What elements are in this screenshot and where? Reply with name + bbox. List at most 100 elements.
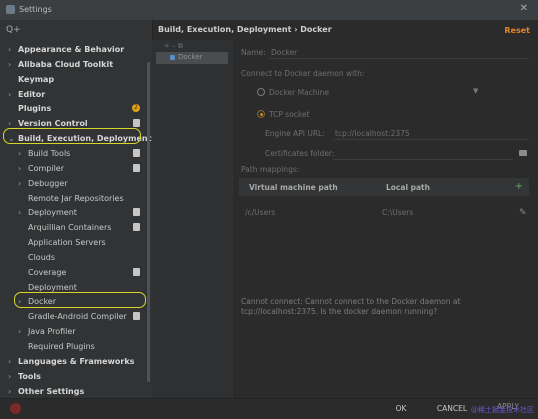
engine-url-field[interactable]: tcp://localhost:2375	[335, 129, 410, 138]
reset-link[interactable]: Reset	[504, 26, 530, 35]
name-label: Name:	[241, 48, 266, 57]
settings-header: Build, Execution, Deployment › Docker Re…	[152, 20, 538, 40]
help-icon[interactable]	[10, 403, 21, 414]
sidebar-item[interactable]: › Languages & Frameworks	[0, 355, 146, 368]
sidebar-item-label: Java Profiler	[28, 327, 76, 337]
sidebar-item[interactable]: Required Plugins	[0, 340, 146, 353]
sidebar-item-label: Remote Jar Repositories	[28, 193, 124, 203]
sidebar-item-label: Appearance & Behavior	[18, 45, 125, 54]
sidebar-item[interactable]: Clouds	[0, 251, 146, 264]
highlight-docker	[14, 292, 146, 308]
sidebar-item[interactable]: › Compiler	[0, 162, 146, 175]
ok-button[interactable]: OK	[388, 403, 414, 415]
folder-icon[interactable]	[519, 150, 527, 156]
connection-error-text: Cannot connect: Cannot connect to the Do…	[241, 297, 461, 316]
sidebar-item[interactable]: Application Servers	[0, 236, 146, 249]
sidebar-item-label: Alibaba Cloud Toolkit	[18, 59, 114, 69]
list-toolbar[interactable]: + – ⧉	[164, 42, 183, 51]
docker-connections-list: + – ⧉ Docker	[152, 40, 235, 398]
certs-label: Certificates folder:	[265, 149, 335, 158]
connect-label: Connect to Docker daemon with:	[241, 69, 365, 78]
chevron-down-icon[interactable]: ▼	[473, 87, 478, 95]
pencil-icon[interactable]: ✎	[519, 208, 527, 218]
engine-url-label: Engine API URL:	[265, 129, 325, 138]
list-item-docker[interactable]: Docker	[156, 52, 228, 64]
sidebar-item[interactable]: › Build Tools	[0, 147, 146, 160]
sidebar-item-label: Editor	[18, 89, 46, 99]
chevron-right-icon[interactable]: ›	[18, 325, 21, 338]
sidebar-item[interactable]: › Java Profiler	[0, 325, 146, 338]
settings-sidebar: Q+ › Appearance & Behavior › Alibaba Cloud …	[0, 20, 153, 398]
sidebar-item-label: Required Plugins	[28, 342, 95, 351]
title-bar: Settings ✕	[0, 0, 538, 20]
row-local-path: C:\Users	[382, 208, 414, 217]
dialog-footer: OK CANCEL APPLY @稀土掘金技术社区	[0, 398, 538, 419]
chevron-right-icon[interactable]: ›	[18, 177, 21, 190]
settings-window: Settings ✕ Q+ › Appearance & Behavior › Ali…	[0, 0, 538, 419]
cancel-button[interactable]: CANCEL	[432, 403, 472, 415]
sidebar-item-label: Application Servers	[28, 238, 106, 248]
sidebar-item-label: Coverage	[28, 267, 67, 277]
project-settings-icon	[133, 208, 140, 217]
add-icon[interactable]: +	[515, 181, 523, 192]
sidebar-item-label: Other Settings	[18, 386, 85, 396]
project-settings-icon	[133, 223, 140, 232]
col-local-path: Local path	[386, 183, 430, 192]
chevron-right-icon[interactable]: ›	[8, 355, 11, 368]
radio-tcp-socket[interactable]	[257, 110, 265, 118]
sidebar-item-label: Keymap	[18, 74, 55, 84]
docker-icon	[170, 55, 175, 60]
chevron-right-icon[interactable]: ›	[18, 162, 21, 175]
sidebar-item[interactable]: Keymap	[0, 73, 146, 86]
sidebar-item[interactable]: Gradle-Android Compiler	[0, 310, 146, 323]
col-vm-path: Virtual machine path	[249, 183, 338, 192]
search-input[interactable]: Q+	[6, 25, 146, 37]
path-mappings-header: Virtual machine path Local path +	[239, 178, 529, 196]
sidebar-item-label: Tools	[18, 371, 41, 381]
sidebar-item-label: Languages & Frameworks	[18, 356, 135, 366]
project-settings-icon	[133, 163, 140, 172]
chevron-right-icon[interactable]: ›	[18, 206, 21, 219]
option-tcp-label: TCP socket	[269, 110, 310, 119]
docker-settings-panel: Name: Docker Connect to Docker daemon wi…	[235, 40, 538, 398]
name-field-underline	[269, 58, 529, 59]
sidebar-item-label: Build Tools	[28, 148, 71, 158]
sidebar-item[interactable]: Plugins 2	[0, 102, 146, 115]
app-icon	[6, 5, 15, 14]
search-icon: Q+	[6, 25, 21, 35]
chevron-right-icon[interactable]: ›	[8, 88, 11, 101]
sidebar-item-label: Debugger	[28, 178, 68, 188]
chevron-right-icon[interactable]: ›	[8, 43, 11, 56]
sidebar-item[interactable]: › Deployment	[0, 206, 146, 219]
breadcrumb: Build, Execution, Deployment › Docker	[158, 25, 332, 34]
sidebar-item-label: Deployment	[28, 208, 77, 218]
project-settings-icon	[133, 267, 140, 276]
sidebar-item[interactable]: Coverage	[0, 266, 146, 279]
list-item-label: Docker	[178, 53, 203, 61]
sidebar-item[interactable]: Remote Jar Repositories	[0, 192, 146, 205]
sidebar-item[interactable]: › Alibaba Cloud Toolkit	[0, 58, 146, 71]
sidebar-scrollbar[interactable]	[147, 62, 150, 382]
chevron-right-icon[interactable]: ›	[8, 385, 11, 398]
highlight-build-execution	[3, 128, 141, 144]
name-field[interactable]: Docker	[271, 48, 297, 57]
sidebar-item-label: Arquillian Containers	[28, 223, 112, 233]
project-settings-icon	[133, 119, 140, 128]
project-settings-icon	[133, 312, 140, 321]
sidebar-item[interactable]: › Other Settings	[0, 385, 146, 398]
path-mappings-label: Path mappings:	[241, 165, 300, 174]
sidebar-item[interactable]: › Tools	[0, 370, 146, 383]
chevron-right-icon[interactable]: ›	[8, 58, 11, 71]
close-icon[interactable]: ✕	[520, 3, 528, 14]
sidebar-item[interactable]: › Editor	[0, 88, 146, 101]
engine-url-underline	[333, 139, 529, 140]
window-title: Settings	[19, 5, 52, 14]
radio-docker-machine[interactable]	[257, 88, 265, 96]
sidebar-item[interactable]: › Appearance & Behavior	[0, 43, 146, 56]
update-badge: 2	[132, 104, 140, 113]
sidebar-item[interactable]: Arquillian Containers	[0, 221, 146, 234]
chevron-right-icon[interactable]: ›	[18, 147, 21, 160]
certs-field[interactable]	[333, 159, 513, 160]
chevron-right-icon[interactable]: ›	[8, 370, 11, 383]
sidebar-item[interactable]: › Debugger	[0, 177, 146, 190]
